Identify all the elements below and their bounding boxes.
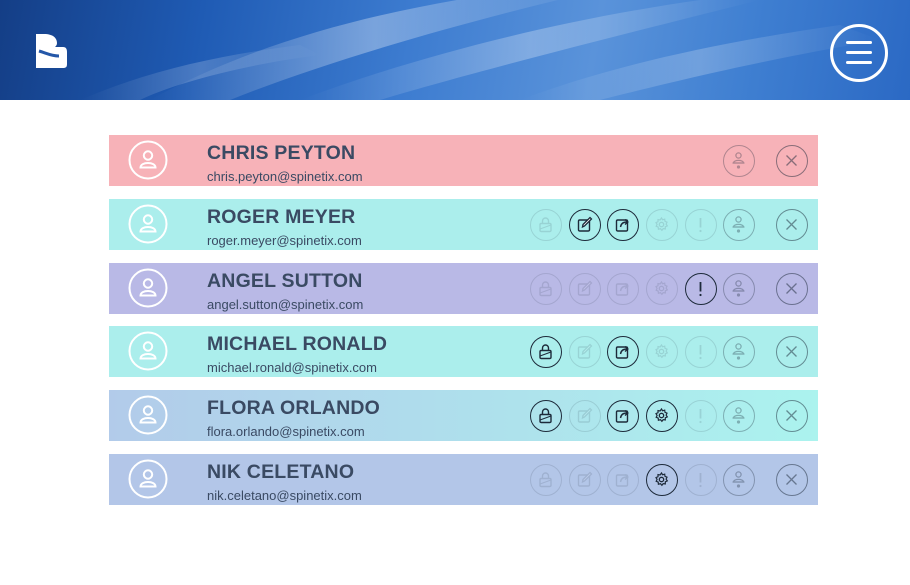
settings-icon[interactable]: [646, 464, 678, 496]
user-email: nik.celetano@spinetix.com: [207, 488, 362, 503]
settings-icon[interactable]: [646, 272, 678, 305]
profile-icon[interactable]: [723, 272, 755, 305]
hamburger-menu-icon[interactable]: [830, 24, 888, 82]
close-icon[interactable]: [776, 400, 808, 433]
share-icon[interactable]: [607, 208, 639, 241]
avatar-icon: [128, 204, 168, 244]
close-icon[interactable]: [776, 464, 808, 496]
close-icon[interactable]: [776, 272, 808, 305]
lock-icon[interactable]: [530, 272, 562, 305]
company-logo[interactable]: [31, 31, 71, 71]
header-banner: [0, 0, 910, 100]
user-email: michael.ronald@spinetix.com: [207, 360, 377, 376]
user-name: ANGEL SUTTON: [207, 269, 363, 292]
close-icon[interactable]: [776, 145, 808, 177]
lock-icon[interactable]: [530, 336, 562, 369]
user-name: ROGER MEYER: [207, 205, 356, 228]
profile-icon[interactable]: [723, 464, 755, 496]
edit-icon[interactable]: [569, 400, 601, 433]
avatar-icon: [128, 459, 168, 499]
settings-icon[interactable]: [646, 336, 678, 369]
settings-icon[interactable]: [646, 208, 678, 241]
edit-icon[interactable]: [569, 336, 601, 369]
alert-icon[interactable]: [685, 336, 717, 369]
close-icon[interactable]: [776, 336, 808, 369]
share-icon[interactable]: [607, 272, 639, 305]
user-name: FLORA ORLANDO: [207, 397, 381, 420]
alert-icon[interactable]: [685, 400, 717, 433]
user-email: chris.peyton@spinetix.com: [207, 169, 363, 184]
edit-icon[interactable]: [569, 272, 601, 305]
lock-icon[interactable]: [530, 208, 562, 241]
sky-background: [80, 0, 880, 100]
settings-icon[interactable]: [646, 400, 678, 433]
user-email: roger.meyer@spinetix.com: [207, 232, 362, 248]
user-row[interactable]: NIK CELETANO nik.celetano@spinetix.com: [109, 454, 818, 505]
alert-icon[interactable]: [685, 464, 717, 496]
avatar-icon: [128, 140, 168, 180]
profile-icon[interactable]: [723, 145, 755, 177]
edit-icon[interactable]: [569, 464, 601, 496]
alert-icon[interactable]: [685, 208, 717, 241]
profile-icon[interactable]: [723, 400, 755, 433]
alert-icon[interactable]: [685, 272, 717, 305]
user-name: NIK CELETANO: [207, 461, 355, 483]
lock-icon[interactable]: [530, 464, 562, 496]
user-email: flora.orlando@spinetix.com: [207, 424, 365, 440]
user-row[interactable]: ROGER MEYER roger.meyer@spinetix.com: [109, 198, 818, 250]
lock-icon[interactable]: [530, 400, 562, 433]
avatar-icon: [128, 395, 168, 435]
profile-icon[interactable]: [723, 336, 755, 369]
user-row[interactable]: CHRIS PEYTON chris.peyton@spinetix.com: [109, 135, 818, 186]
share-icon[interactable]: [607, 400, 639, 433]
edit-icon[interactable]: [569, 208, 601, 241]
user-name: MICHAEL RONALD: [207, 333, 388, 356]
avatar-icon: [128, 331, 168, 371]
user-row[interactable]: MICHAEL RONALD michael.ronald@spinetix.co…: [109, 326, 818, 378]
user-email: angel.sutton@spinetix.com: [207, 296, 364, 312]
avatar-icon: [128, 268, 168, 308]
close-icon[interactable]: [776, 208, 808, 241]
share-icon[interactable]: [607, 336, 639, 369]
user-name: CHRIS PEYTON: [207, 142, 356, 164]
user-row[interactable]: ANGEL SUTTON angel.sutton@spinetix.com: [109, 262, 818, 314]
user-row[interactable]: FLORA ORLANDO flora.orlando@spinetix.com: [109, 390, 818, 442]
share-icon[interactable]: [607, 464, 639, 496]
profile-icon[interactable]: [723, 208, 755, 241]
